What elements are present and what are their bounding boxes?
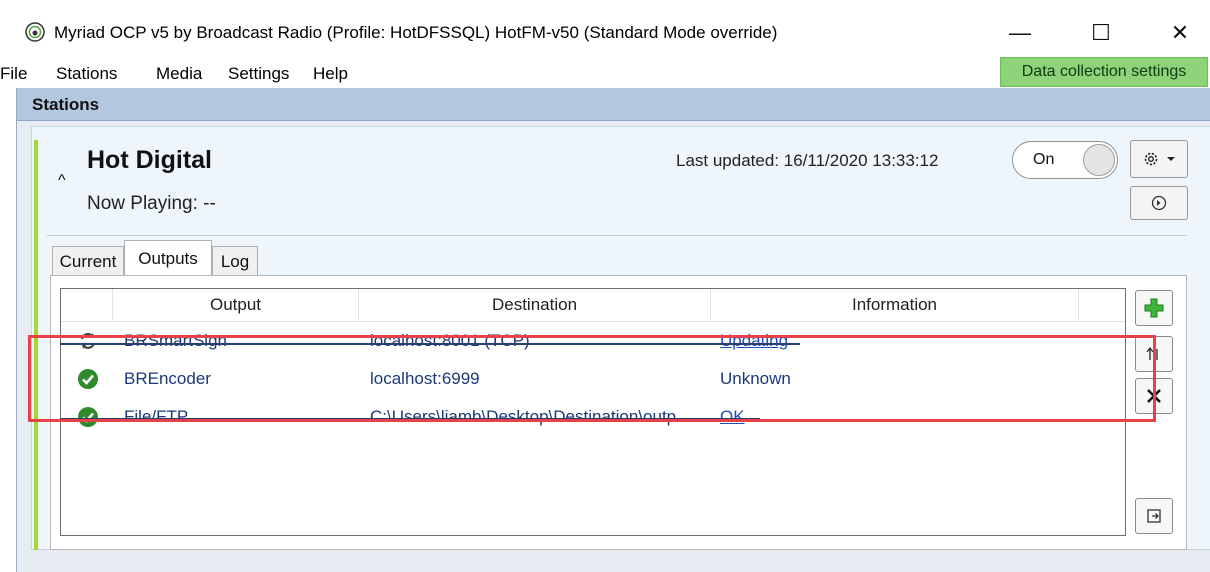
collapse-chevron-icon[interactable]: ^ — [58, 172, 66, 190]
menu-stations[interactable]: Stations — [56, 64, 117, 84]
export-icon — [1147, 509, 1161, 523]
plus-icon — [1144, 298, 1164, 318]
close-button[interactable]: ✕ — [1152, 10, 1208, 56]
tab-outputs[interactable]: Outputs — [124, 240, 212, 276]
title-bar: Myriad OCP v5 by Broadcast Radio (Profil… — [0, 0, 1210, 60]
last-updated: Last updated: 16/11/2020 13:33:12 — [676, 151, 939, 170]
menu-settings[interactable]: Settings — [228, 64, 289, 84]
menu-media[interactable]: Media — [156, 64, 202, 84]
column-header-output[interactable]: Output — [113, 289, 359, 321]
stations-title: Stations — [32, 95, 100, 114]
app-icon — [25, 22, 45, 42]
toggle-knob — [1083, 144, 1115, 176]
arrow-circle-icon — [1151, 195, 1167, 211]
table-header: Output Destination Information — [61, 289, 1125, 322]
add-output-button[interactable] — [1135, 290, 1173, 326]
highlight-box — [28, 335, 1156, 422]
column-header-spacer — [1079, 289, 1125, 321]
minimize-button[interactable]: — — [992, 10, 1048, 56]
now-playing: Now Playing: -- — [87, 193, 216, 214]
column-header-information[interactable]: Information — [711, 289, 1079, 321]
window-title: Myriad OCP v5 by Broadcast Radio (Profil… — [54, 23, 778, 42]
gear-icon — [1144, 152, 1158, 166]
data-collection-settings-button[interactable]: Data collection settings — [1000, 57, 1208, 87]
station-on-toggle[interactable]: On — [1012, 141, 1118, 179]
stations-header: Stations — [17, 88, 1210, 121]
export-output-button[interactable] — [1135, 498, 1173, 534]
go-to-station-button[interactable] — [1130, 186, 1188, 220]
menu-file[interactable]: File — [0, 64, 27, 84]
station-divider — [47, 235, 1187, 236]
tab-log[interactable]: Log — [212, 246, 258, 276]
station-settings-button[interactable] — [1130, 140, 1188, 178]
chevron-down-icon — [1167, 157, 1175, 161]
menu-help[interactable]: Help — [313, 64, 348, 84]
column-header-destination[interactable]: Destination — [359, 289, 711, 321]
maximize-button[interactable]: ☐ — [1073, 10, 1129, 56]
tab-current[interactable]: Current — [52, 246, 124, 276]
toggle-label: On — [1033, 151, 1055, 168]
station-name: Hot Digital — [87, 146, 212, 174]
column-header-status — [61, 289, 113, 321]
